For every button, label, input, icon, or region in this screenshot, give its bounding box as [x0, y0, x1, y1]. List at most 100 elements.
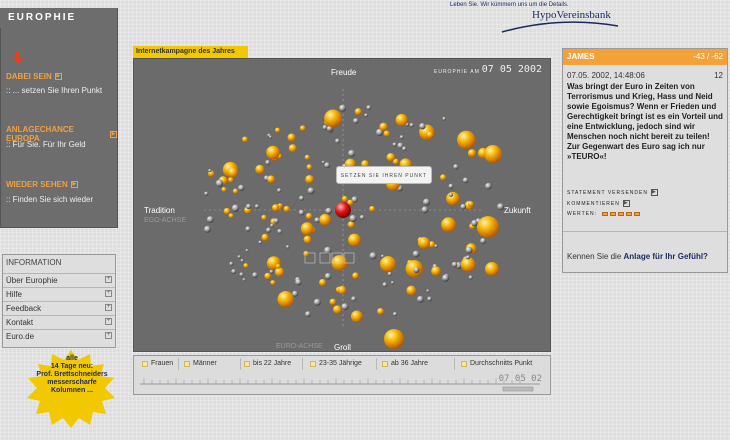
opinion-dot[interactable]: [238, 184, 245, 191]
opinion-dot[interactable]: [392, 142, 397, 147]
opinion-sphere[interactable]: [283, 205, 290, 213]
timeline-slider[interactable]: [140, 374, 540, 392]
opinion-dot[interactable]: [353, 118, 359, 124]
opinion-sphere[interactable]: [305, 175, 314, 184]
opinion-sphere[interactable]: [350, 310, 363, 323]
opinion-dot[interactable]: [208, 169, 212, 173]
opinion-sphere[interactable]: [383, 130, 390, 137]
opinion-dot[interactable]: [462, 177, 469, 184]
opinion-dot[interactable]: [451, 261, 458, 268]
statement-footer[interactable]: Kennen Sie die Anlage für Ihr Gefühl?: [567, 252, 708, 261]
opinion-dot[interactable]: [277, 229, 283, 234]
app-logo[interactable]: EUROPHIE: [0, 8, 118, 28]
opinion-sphere[interactable]: [467, 149, 477, 158]
opinion-sphere[interactable]: [261, 233, 269, 241]
opinion-dot[interactable]: [258, 240, 262, 244]
opinion-dot[interactable]: [204, 225, 211, 233]
opinion-sphere[interactable]: [484, 145, 502, 163]
opinion-sphere[interactable]: [324, 109, 342, 128]
opinion-dot[interactable]: [215, 179, 224, 187]
opinion-dot[interactable]: [206, 216, 214, 223]
opinion-dot[interactable]: [269, 269, 274, 274]
opinion-dot[interactable]: [402, 146, 407, 151]
opinion-dot[interactable]: [426, 289, 430, 293]
opinion-sphere[interactable]: [431, 266, 441, 276]
filter-maenner[interactable]: Männer: [184, 360, 217, 367]
opinion-sphere[interactable]: [379, 122, 388, 131]
opinion-dot[interactable]: [448, 183, 454, 189]
opinion-sphere[interactable]: [303, 250, 309, 257]
opinion-sphere[interactable]: [341, 195, 348, 202]
badge-text[interactable]: alle 14 Tage neu: Prof. Brettschneiders …: [36, 355, 108, 395]
opinion-dot[interactable]: [237, 255, 241, 259]
filter-ab-36[interactable]: ab 36 Jahre: [382, 360, 428, 367]
opinion-sphere[interactable]: [264, 272, 271, 280]
opinion-sphere[interactable]: [287, 133, 296, 142]
opinion-sphere[interactable]: [477, 216, 499, 238]
opinion-sphere[interactable]: [305, 212, 313, 220]
opinion-sphere[interactable]: [406, 285, 417, 296]
opinion-sphere[interactable]: [418, 237, 430, 249]
opinion-dot[interactable]: [409, 123, 414, 128]
opinion-sphere[interactable]: [485, 262, 499, 276]
filter-frauen[interactable]: Frauen: [142, 360, 173, 367]
rating-box-icon[interactable]: [617, 212, 624, 216]
nav-item-dabei-sein[interactable]: DABEI SEIN ▶: [6, 72, 62, 81]
opinion-dot[interactable]: [419, 123, 426, 130]
opinion-dot[interactable]: [269, 135, 272, 139]
opinion-dot[interactable]: [421, 206, 429, 214]
opinion-sphere[interactable]: [221, 187, 227, 192]
nav-item-sub[interactable]: :: Finden Sie sich wieder: [6, 195, 93, 204]
opinion-dot[interactable]: [270, 223, 274, 228]
opinion-dot[interactable]: [307, 187, 315, 195]
info-item-euro-de[interactable]: Euro.de +: [3, 329, 115, 342]
opinion-sphere[interactable]: [319, 213, 331, 226]
rating-boxes[interactable]: [601, 212, 640, 216]
opinion-sphere[interactable]: [384, 329, 404, 349]
filter-durchschnitt[interactable]: Durchschnitts Punkt: [461, 360, 532, 367]
opinion-sphere[interactable]: [288, 144, 297, 153]
opinion-dot[interactable]: [351, 296, 357, 302]
rating-box-icon[interactable]: [625, 212, 632, 216]
timeline-handle[interactable]: [502, 386, 534, 392]
opinion-dot[interactable]: [442, 274, 450, 282]
footer-link[interactable]: Anlage für Ihr Gefühl?: [624, 252, 708, 261]
opinion-dot[interactable]: [453, 164, 459, 170]
opinion-sphere[interactable]: [275, 263, 281, 269]
filter-23-35[interactable]: 23-35 Jährige: [310, 360, 362, 367]
opinion-dot[interactable]: [413, 267, 420, 273]
opinion-sphere[interactable]: [242, 136, 248, 143]
opinion-sphere[interactable]: [267, 175, 275, 184]
opinion-sphere[interactable]: [426, 131, 434, 139]
opinion-sphere[interactable]: [440, 174, 447, 181]
opinion-dot[interactable]: [417, 295, 424, 303]
opinion-dot[interactable]: [273, 218, 279, 224]
opinion-sphere[interactable]: [274, 267, 284, 277]
opinion-dot[interactable]: [246, 203, 252, 210]
opinion-dot[interactable]: [298, 209, 305, 216]
opinion-dot[interactable]: [434, 244, 438, 248]
opinion-visualization[interactable]: EUROPHIE AM 07 05 2002 Freude Groll EURO…: [133, 58, 551, 352]
opinion-dot[interactable]: [465, 246, 473, 254]
opinion-sphere[interactable]: [255, 164, 265, 174]
opinion-sphere[interactable]: [347, 221, 355, 229]
opinion-sphere[interactable]: [243, 263, 249, 269]
opinion-dot[interactable]: [485, 182, 492, 190]
opinion-sphere[interactable]: [329, 298, 337, 306]
opinion-sphere[interactable]: [223, 207, 231, 215]
opinion-sphere[interactable]: [333, 305, 342, 314]
opinion-sphere[interactable]: [348, 233, 361, 247]
info-item-hilfe[interactable]: Hilfe +: [3, 287, 115, 300]
info-item-ueber-europhie[interactable]: Über Europhie +: [3, 273, 115, 286]
opinion-dot[interactable]: [231, 204, 240, 212]
opinion-sphere[interactable]: [386, 153, 396, 162]
opinion-dot[interactable]: [366, 105, 372, 110]
opinion-dot[interactable]: [324, 273, 332, 280]
opinion-sphere[interactable]: [227, 167, 238, 178]
opinion-dot[interactable]: [387, 271, 392, 276]
opinion-dot[interactable]: [239, 272, 244, 277]
opinion-dot[interactable]: [468, 275, 473, 280]
opinion-dot[interactable]: [245, 249, 249, 252]
opinion-dot[interactable]: [299, 195, 304, 201]
opinion-dot[interactable]: [204, 191, 209, 196]
